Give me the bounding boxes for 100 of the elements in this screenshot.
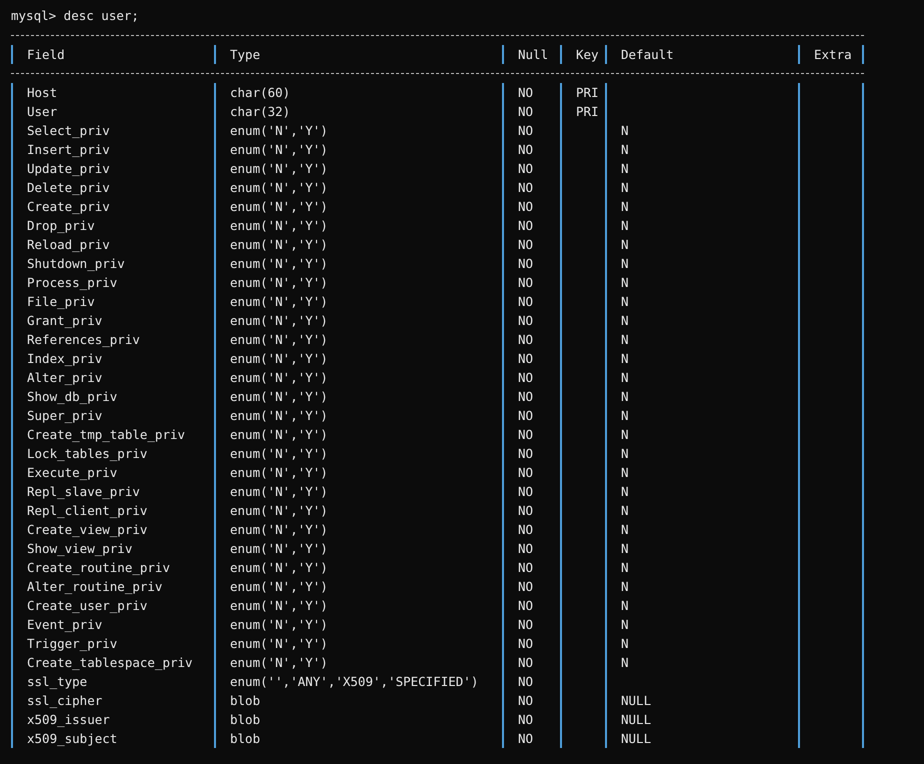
table-cell: NO <box>518 104 534 119</box>
table-cell: N <box>621 560 629 575</box>
table-cell: NULL <box>621 731 652 746</box>
table-cell: enum('N','Y') <box>230 446 328 461</box>
table-cell: Update_priv <box>27 161 110 176</box>
table-cell: N <box>621 636 629 651</box>
table-cell: N <box>621 617 629 632</box>
table-cell: N <box>621 522 629 537</box>
table-cell: NO <box>518 484 534 499</box>
table-cell: enum('N','Y') <box>230 180 328 195</box>
table-cell: NO <box>518 503 534 518</box>
table-cell: NO <box>518 522 534 537</box>
table-cell: ssl_cipher <box>27 693 102 708</box>
table-cell: NO <box>518 294 534 309</box>
column-header: Field <box>27 47 65 62</box>
table-cell: NO <box>518 351 534 366</box>
table-cell: Alter_routine_priv <box>27 579 162 594</box>
table-cell: Show_view_priv <box>27 541 132 556</box>
table-cell: NO <box>518 560 534 575</box>
table-cell: N <box>621 598 629 613</box>
table-cell: NO <box>518 85 534 100</box>
table-cell: enum('N','Y') <box>230 560 328 575</box>
table-cell: N <box>621 199 629 214</box>
table-cell: NO <box>518 142 534 157</box>
table-cell: Lock_tables_priv <box>27 446 148 461</box>
table-cell: enum('N','Y') <box>230 522 328 537</box>
table-cell: Drop_priv <box>27 218 95 233</box>
column-header: Key <box>576 47 599 62</box>
table-cell: NO <box>518 370 534 385</box>
table-cell: enum('N','Y') <box>230 351 328 366</box>
table-cell: NULL <box>621 712 652 727</box>
table-cell: NO <box>518 275 534 290</box>
table-cell: enum('N','Y') <box>230 389 328 404</box>
table-cell: enum('N','Y') <box>230 484 328 499</box>
table-cell: Process_priv <box>27 275 118 290</box>
table-cell: enum('N','Y') <box>230 199 328 214</box>
table-cell: NO <box>518 617 534 632</box>
table-cell: enum('N','Y') <box>230 579 328 594</box>
table-cell: enum('N','Y') <box>230 237 328 252</box>
table-cell: char(32) <box>230 104 290 119</box>
table-cell: NO <box>518 332 534 347</box>
table-cell: char(60) <box>230 85 290 100</box>
table-cell: Shutdown_priv <box>27 256 125 271</box>
table-cell: enum('N','Y') <box>230 370 328 385</box>
table-cell: NO <box>518 180 534 195</box>
table-cell: enum('N','Y') <box>230 332 328 347</box>
table-cell: N <box>621 579 629 594</box>
table-cell: x509_issuer <box>27 712 110 727</box>
table-cell: N <box>621 370 629 385</box>
table-cell: enum('','ANY','X509','SPECIFIED') <box>230 674 478 689</box>
table-cell: Grant_priv <box>27 313 102 328</box>
table-cell: NO <box>518 313 534 328</box>
table-cell: NULL <box>621 693 652 708</box>
table-cell: blob <box>230 712 260 727</box>
table-cell: Repl_slave_priv <box>27 484 140 499</box>
table-cell: N <box>621 465 629 480</box>
table-cell: User <box>27 104 58 119</box>
table-cell: NO <box>518 389 534 404</box>
table-cell: N <box>621 408 629 423</box>
table-cell: Show_db_priv <box>27 389 118 404</box>
table-cell: N <box>621 351 629 366</box>
table-cell: enum('N','Y') <box>230 465 328 480</box>
table-cell: NO <box>518 161 534 176</box>
table-cell: NO <box>518 218 534 233</box>
table-cell: enum('N','Y') <box>230 636 328 651</box>
table-cell: Index_priv <box>27 351 102 366</box>
table-cell: NO <box>518 123 534 138</box>
table-cell: Trigger_priv <box>27 636 118 651</box>
table-cell: N <box>621 446 629 461</box>
table-cell: File_priv <box>27 294 95 309</box>
table-cell: NO <box>518 237 534 252</box>
table-cell: Reload_priv <box>27 237 110 252</box>
table-cell: enum('N','Y') <box>230 142 328 157</box>
table-cell: Host <box>27 85 58 100</box>
table-cell: Create_priv <box>27 199 110 214</box>
table-cell: N <box>621 123 629 138</box>
table-cell: Event_priv <box>27 617 102 632</box>
table-cell: blob <box>230 731 260 746</box>
table-cell: enum('N','Y') <box>230 313 328 328</box>
command-line: mysql> desc user; <box>11 7 140 25</box>
table-cell: Create_view_priv <box>27 522 148 537</box>
table-cell: PRI <box>576 85 599 100</box>
table-cell: enum('N','Y') <box>230 598 328 613</box>
table-cell: enum('N','Y') <box>230 541 328 556</box>
table-cell: enum('N','Y') <box>230 123 328 138</box>
table-cell: N <box>621 275 629 290</box>
table-cell: x509_subject <box>27 731 118 746</box>
table-cell: Create_user_priv <box>27 598 148 613</box>
table-cell: enum('N','Y') <box>230 294 328 309</box>
table-cell: enum('N','Y') <box>230 408 328 423</box>
table-cell: Alter_priv <box>27 370 102 385</box>
table-cell: Execute_priv <box>27 465 118 480</box>
table-cell: N <box>621 180 629 195</box>
table-cell: enum('N','Y') <box>230 256 328 271</box>
table-cell: N <box>621 237 629 252</box>
column-header: Extra <box>814 47 852 62</box>
table-cell: N <box>621 484 629 499</box>
table-cell: N <box>621 389 629 404</box>
table-cell: Select_priv <box>27 123 110 138</box>
table-cell: NO <box>518 674 534 689</box>
